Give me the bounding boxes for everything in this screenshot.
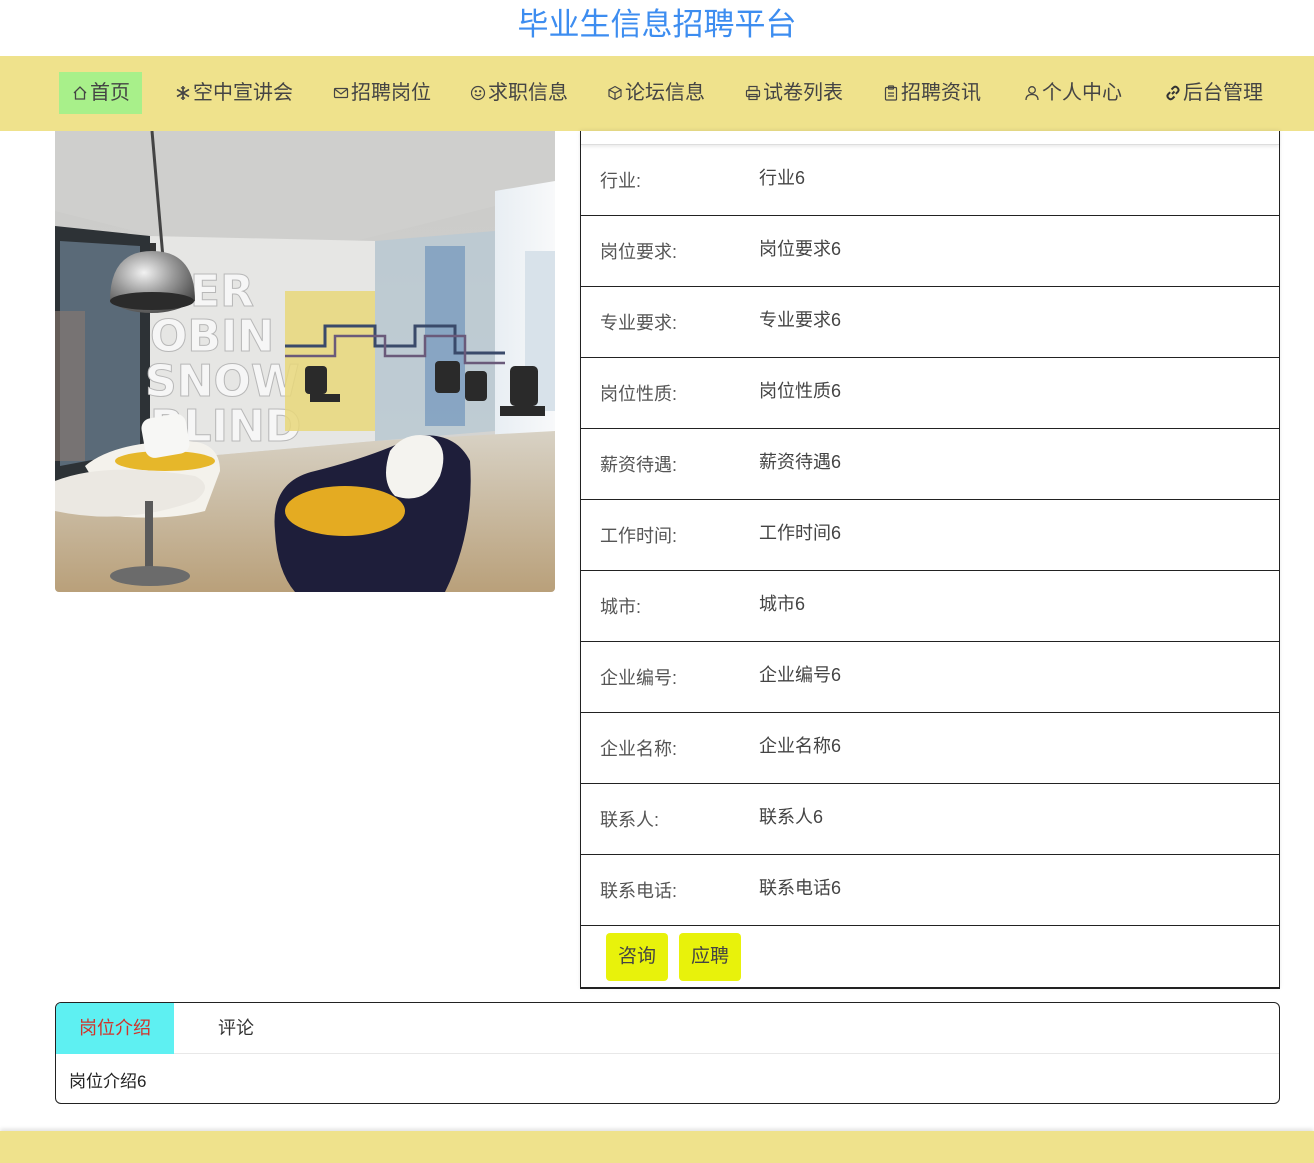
nav-item-label: 首页 [90, 82, 130, 104]
job-tabs: 岗位介绍 评论 岗位介绍6 [55, 1002, 1280, 1104]
nav-item-job-seeking[interactable]: 求职信息 [469, 72, 568, 114]
nav-item-label: 空中宣讲会 [193, 82, 293, 104]
link-icon [1164, 84, 1182, 102]
site-title: 毕业生信息招聘平台 [517, 7, 797, 42]
nav-item-label: 个人中心 [1042, 82, 1122, 104]
office-interior-image: TER OBIN SNOW BLIND [55, 131, 555, 592]
detail-row-city: 城市: 城市6 [581, 571, 1279, 642]
svg-text:OBIN: OBIN [150, 311, 274, 362]
detail-value: 城市6 [759, 594, 806, 614]
nav-item-label: 论坛信息 [625, 82, 705, 104]
main-navbar: 首页 空中宣讲会 招聘岗位 求职信息 论坛信息 试卷列表 招聘资讯 个人中心 后… [0, 56, 1314, 131]
nav-item-forum[interactable]: 论坛信息 [606, 72, 705, 114]
nav-item-job-posts[interactable]: 招聘岗位 [332, 72, 431, 114]
nav-item-label: 招聘资讯 [901, 82, 981, 104]
printer-icon [744, 84, 762, 102]
detail-row-company-name: 企业名称: 企业名称6 [581, 713, 1279, 784]
nav-item-label: 求职信息 [488, 82, 568, 104]
detail-label: 联系电话: [600, 881, 678, 901]
tab-job-intro[interactable]: 岗位介绍 [56, 1003, 174, 1054]
mail-icon [332, 84, 350, 102]
detail-label: 专业要求: [600, 313, 678, 333]
detail-value: 岗位性质6 [759, 381, 842, 401]
tab-comments[interactable]: 评论 [218, 1003, 254, 1054]
detail-label: 岗位要求: [600, 242, 678, 262]
nav-item-air-presentation[interactable]: 空中宣讲会 [174, 72, 293, 114]
tab-bar: 岗位介绍 评论 [56, 1003, 1279, 1054]
detail-label: 薪资待遇: [600, 455, 678, 475]
detail-value: 专业要求6 [759, 310, 842, 330]
detail-value: 企业名称6 [759, 736, 842, 756]
nav-item-label: 后台管理 [1183, 82, 1263, 104]
nav-item-admin[interactable]: 后台管理 [1164, 72, 1263, 114]
detail-value: 薪资待遇6 [759, 452, 842, 472]
nav-item-label: 招聘岗位 [351, 82, 431, 104]
detail-row-salary: 薪资待遇: 薪资待遇6 [581, 429, 1279, 500]
detail-label: 联系人: [600, 810, 660, 830]
detail-value: 行业6 [759, 168, 806, 188]
detail-label: 企业名称: [600, 739, 678, 759]
detail-value: 工作时间6 [759, 523, 842, 543]
home-icon [71, 84, 89, 102]
snowflake-icon [174, 84, 192, 102]
clipboard-icon [882, 84, 900, 102]
detail-panel-top [581, 131, 1279, 145]
cube-icon [606, 84, 624, 102]
user-icon [1023, 84, 1041, 102]
detail-row-industry: 行业: 行业6 [581, 145, 1279, 216]
tab-content-text: 岗位介绍6 [69, 1072, 147, 1091]
detail-row-job-type: 岗位性质: 岗位性质6 [581, 358, 1279, 429]
detail-row-contact-person: 联系人: 联系人6 [581, 784, 1279, 855]
consult-button[interactable]: 咨询 [606, 933, 669, 981]
detail-value: 企业编号6 [759, 665, 842, 685]
nav-item-label: 试卷列表 [763, 82, 843, 104]
detail-row-work-hours: 工作时间: 工作时间6 [581, 500, 1279, 571]
smile-icon [469, 84, 487, 102]
detail-row-contact-phone: 联系电话: 联系电话6 [581, 855, 1279, 926]
nav-item-home[interactable]: 首页 [59, 72, 142, 114]
detail-label: 城市: [600, 597, 642, 617]
svg-text:SNOW: SNOW [145, 356, 299, 407]
detail-label: 工作时间: [600, 526, 678, 546]
action-button-row: 咨询 应聘 [581, 926, 1279, 988]
detail-value: 联系电话6 [759, 878, 842, 898]
detail-label: 企业编号: [600, 668, 678, 688]
apply-button[interactable]: 应聘 [679, 933, 742, 981]
nav-item-news[interactable]: 招聘资讯 [882, 72, 981, 114]
nav-item-exam-list[interactable]: 试卷列表 [744, 72, 843, 114]
detail-label: 行业: [600, 171, 642, 191]
detail-row-job-requirements: 岗位要求: 岗位要求6 [581, 216, 1279, 287]
detail-row-major-requirements: 专业要求: 专业要求6 [581, 287, 1279, 358]
detail-value: 联系人6 [759, 807, 824, 827]
job-detail-panel: 行业: 行业6 岗位要求: 岗位要求6 专业要求: 专业要求6 岗位性质: 岗位… [580, 131, 1280, 989]
detail-label: 岗位性质: [600, 384, 678, 404]
page-footer [0, 1131, 1314, 1163]
detail-value: 岗位要求6 [759, 239, 842, 259]
detail-row-company-id: 企业编号: 企业编号6 [581, 642, 1279, 713]
nav-item-personal-center[interactable]: 个人中心 [1023, 72, 1122, 114]
